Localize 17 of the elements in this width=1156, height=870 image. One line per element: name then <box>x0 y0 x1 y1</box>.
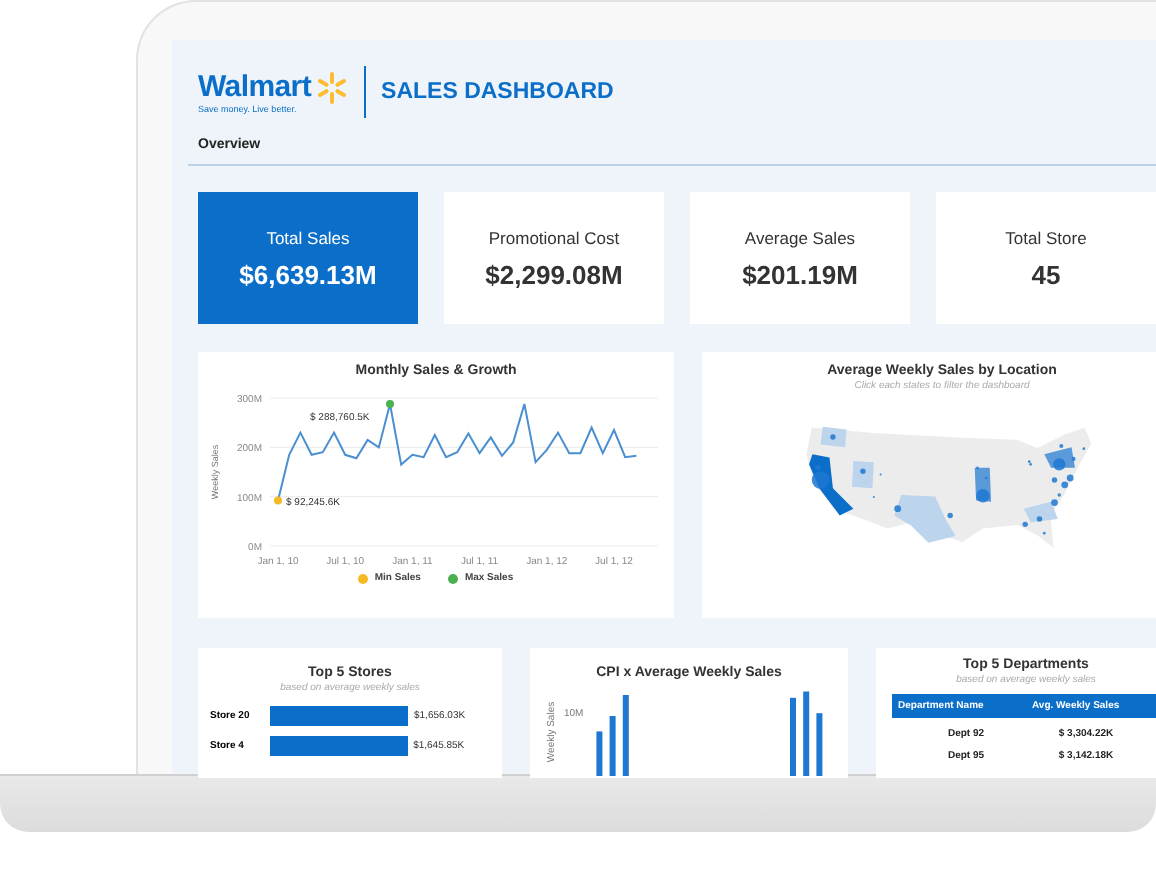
kpi-card[interactable]: Total Store 45 <box>936 192 1156 324</box>
kpi-label: Average Sales <box>744 227 856 247</box>
brand-name: Walmart <box>198 70 312 104</box>
kpi-label: Total Store <box>1005 227 1087 247</box>
kpi-value: $6,639.13M <box>239 259 377 289</box>
kpi-label: Promotional Cost <box>488 227 620 247</box>
kpi-value: $201.19M <box>742 259 858 289</box>
dashboard-title: SALES DASHBOARD <box>381 80 614 104</box>
kpi-card[interactable]: Total Sales $6,639.13M <box>198 192 418 324</box>
kpi-label: Total Sales <box>266 227 350 247</box>
kpi-card[interactable]: Promotional Cost $2,299.08M <box>444 192 664 324</box>
spark-logo-icon <box>315 71 348 103</box>
kpi-value: $2,299.08M <box>485 259 623 289</box>
kpi-card[interactable]: Average Sales $201.19M <box>690 192 910 324</box>
marker-dot <box>386 399 394 408</box>
kpi-value: 45 <box>1031 259 1061 289</box>
marker-dot <box>274 496 282 505</box>
